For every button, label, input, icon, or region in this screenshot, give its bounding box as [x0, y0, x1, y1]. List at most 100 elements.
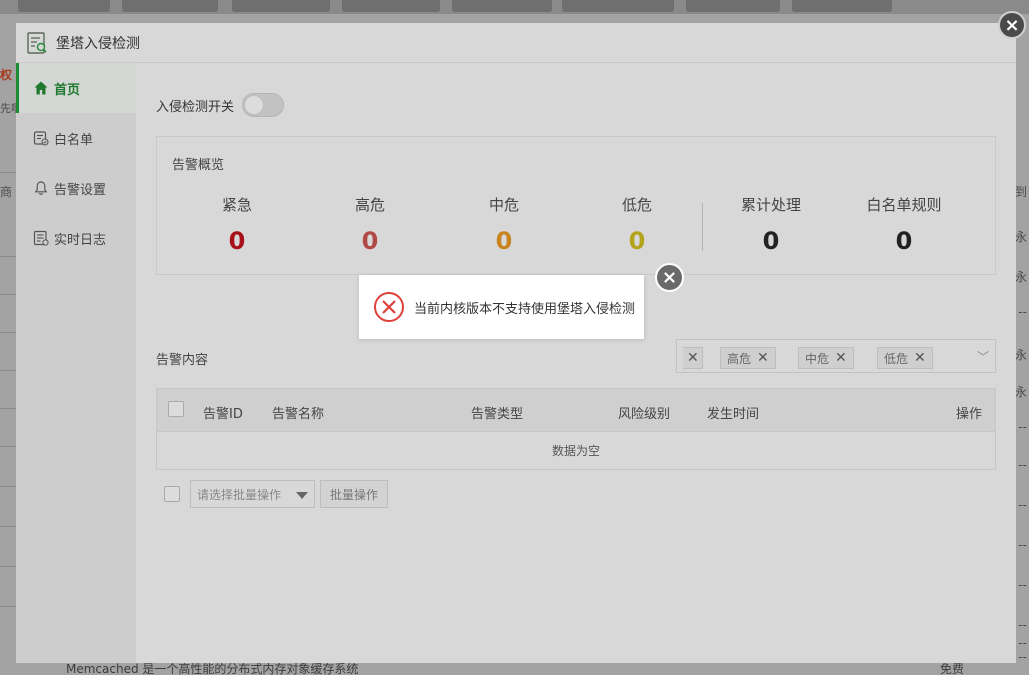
chip-remove-icon[interactable]: ✕ [757, 350, 769, 366]
chip-label: 中危 [805, 351, 830, 366]
alert-table: 告警ID 告警名称 告警类型 风险级别 发生时间 操作 数据为空 [156, 388, 996, 470]
background-divider [0, 526, 16, 527]
stat-label: 白名单规则 [866, 196, 942, 214]
background-right-text: -- [1018, 420, 1027, 434]
chevron-down-icon[interactable]: ﹀ [977, 348, 989, 365]
alert-overview-panel: 告警概览 紧急 0 高危 0 中危 0 低危 0 累计处理 0 白名单规则 0 [156, 136, 996, 275]
stat-value: 0 [361, 227, 379, 255]
dialog-close-button[interactable]: × [998, 11, 1026, 39]
dialog-title: 堡塔入侵检测 [56, 35, 140, 52]
stat-high: 高危 0 [330, 194, 410, 255]
background-right-text: 到 [1014, 185, 1027, 199]
background-left-text: 权 [0, 68, 13, 82]
stat-value: 0 [762, 227, 780, 255]
background-right-text: -- [1018, 636, 1027, 650]
detection-switch-row: 入侵检测开关 [156, 93, 285, 117]
background-right-text: -- [1018, 578, 1027, 592]
background-tab [792, 0, 892, 12]
chip-remove-icon[interactable]: ✕ [914, 350, 926, 366]
dialog-header: 堡塔入侵检测 [16, 23, 1016, 63]
select-all-checkbox[interactable] [168, 401, 184, 417]
batch-operation-select[interactable]: 请选择批量操作 [190, 480, 315, 508]
chip-label: 高危 [727, 351, 752, 366]
sidebar-item-label: 告警设置 [54, 182, 107, 198]
background-tab [452, 0, 552, 12]
background-divider [0, 408, 16, 409]
caret-down-icon [296, 492, 308, 499]
app-logo-icon [27, 31, 47, 54]
stat-whitelist-rules: 白名单规则 0 [854, 194, 954, 255]
message-close-button[interactable] [655, 263, 684, 292]
background-tab [122, 0, 218, 12]
sidebar-item-label: 实时日志 [54, 232, 107, 248]
chip-remove-icon[interactable]: ✕ [835, 350, 847, 366]
dialog-sidebar: 首页 白名单 告警设置 实时日志 [16, 63, 136, 663]
batch-operation-button[interactable]: 批量操作 [320, 480, 389, 508]
home-icon [34, 81, 48, 95]
column-header: 告警类型 [471, 407, 524, 422]
background-divider [0, 294, 16, 295]
stat-urgent: 紧急 0 [197, 194, 277, 255]
sidebar-item-whitelist[interactable]: 白名单 [16, 113, 136, 163]
background-right-text: -- [1018, 498, 1027, 512]
background-tab [562, 0, 674, 12]
filter-chip-low: 低危 ✕ [877, 347, 933, 369]
table-header: 告警ID 告警名称 告警类型 风险级别 发生时间 操作 [156, 388, 996, 432]
intrusion-detection-dialog: 堡塔入侵检测 首页 白名单 告警设置 实时日志 入侵检测开关 告警概览 紧急 0… [16, 23, 1016, 663]
error-message-popup: 当前内核版本不支持使用堡塔入侵检测 [359, 275, 644, 339]
background-right-text: -- [1018, 618, 1027, 632]
background-right-text: -- [1018, 458, 1027, 472]
filter-chip-hidden: ✕ [683, 347, 703, 369]
stat-value: 0 [895, 227, 913, 255]
stat-label: 紧急 [221, 196, 252, 214]
chip-label: 低危 [884, 351, 909, 366]
filter-chip-high: 高危 ✕ [720, 347, 776, 369]
toggle-knob [244, 95, 265, 115]
risk-level-filter[interactable]: ✕ 高危 ✕ 中危 ✕ 低危 ✕ ﹀ [676, 339, 996, 373]
error-icon [374, 292, 404, 322]
background-right-text: -- [1018, 538, 1027, 552]
detection-toggle[interactable] [242, 93, 285, 117]
background-right-text: 永 [1014, 270, 1027, 284]
filter-chip-medium: 中危 ✕ [798, 347, 854, 369]
error-message-text: 当前内核版本不支持使用堡塔入侵检测 [414, 301, 636, 317]
background-tab [686, 0, 780, 12]
background-divider [0, 370, 16, 371]
stat-low: 低危 0 [597, 194, 677, 255]
background-divider [0, 256, 16, 257]
stat-label: 累计处理 [740, 196, 801, 214]
stat-label: 高危 [354, 196, 385, 214]
background-left-text: 商 [0, 185, 13, 199]
background-divider [0, 486, 16, 487]
background-divider [0, 172, 16, 173]
bell-icon [34, 181, 48, 195]
column-header: 告警ID [203, 407, 243, 422]
close-icon [664, 272, 675, 283]
background-right-text: 永 [1014, 348, 1027, 362]
stat-label: 中危 [488, 196, 519, 214]
overview-title: 告警概览 [172, 158, 225, 173]
stat-value: 0 [228, 227, 246, 255]
column-header: 操作 [956, 407, 983, 422]
background-divider [0, 446, 16, 447]
background-right-text: 永 [1014, 230, 1027, 244]
column-header: 发生时间 [707, 407, 760, 422]
batch-operation-row: 请选择批量操作 批量操作 [164, 480, 389, 508]
chip-remove-icon[interactable]: ✕ [687, 350, 699, 366]
stat-value: 0 [628, 227, 646, 255]
batch-select-checkbox[interactable] [164, 486, 180, 502]
whitelist-icon [33, 131, 49, 146]
sidebar-item-label: 白名单 [54, 132, 94, 148]
batch-select-placeholder: 请选择批量操作 [197, 487, 282, 502]
detection-switch-label: 入侵检测开关 [156, 99, 235, 115]
sidebar-item-realtime-log[interactable]: 实时日志 [16, 213, 136, 263]
stat-total-handled: 累计处理 0 [731, 194, 811, 255]
stat-divider [702, 203, 703, 251]
background-topbar [0, 0, 1029, 14]
sidebar-item-home[interactable]: 首页 [16, 63, 136, 113]
background-tab [18, 0, 110, 12]
background-right-text: -- [1018, 305, 1027, 319]
log-icon [33, 230, 49, 246]
sidebar-item-alert-settings[interactable]: 告警设置 [16, 163, 136, 213]
background-divider [0, 332, 16, 333]
